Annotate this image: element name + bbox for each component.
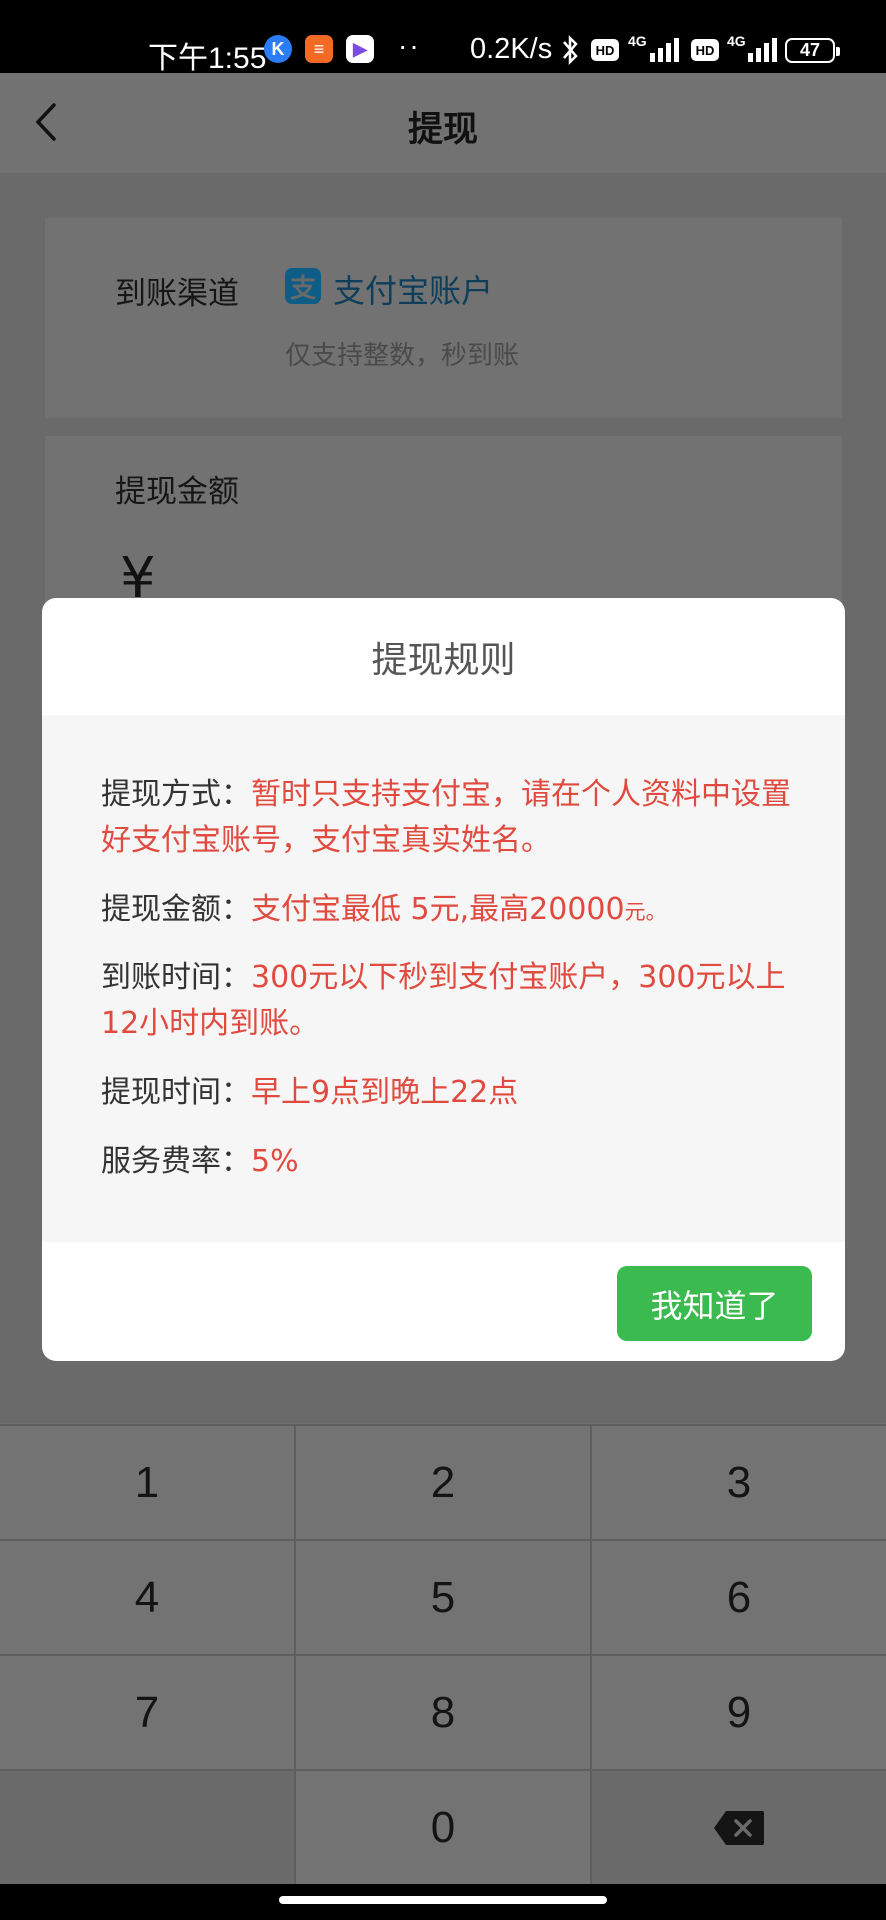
alipay-icon: 支 bbox=[285, 268, 321, 304]
withdraw-rules-dialog: 提现规则 提现方式：暂时只支持支付宝，请在个人资料中设置好支付宝账号，支付宝真实… bbox=[42, 598, 845, 1361]
rule-method: 提现方式：暂时只支持支付宝，请在个人资料中设置好支付宝账号，支付宝真实姓名。 bbox=[101, 772, 801, 864]
page-title: 提现 bbox=[407, 110, 478, 150]
nav-bar: 提现 bbox=[0, 73, 886, 173]
key-delete[interactable] bbox=[592, 1771, 886, 1884]
rule-amount: 提现金额：支付宝最低 5元,最高20000元。 bbox=[101, 887, 801, 935]
key-3[interactable]: 3 bbox=[592, 1426, 886, 1539]
channel-value[interactable]: 支付宝账户 bbox=[333, 266, 493, 312]
dialog-title: 提现规则 bbox=[371, 640, 516, 681]
app-orange-icon: ≡ bbox=[305, 35, 333, 63]
home-indicator-bar bbox=[0, 1884, 886, 1920]
net-type-1: 4G bbox=[628, 33, 647, 49]
amount-label: 提现金额 bbox=[115, 474, 239, 510]
hd-badge-1: HD bbox=[591, 39, 619, 61]
key-blank bbox=[0, 1771, 294, 1884]
net-type-2: 4G bbox=[727, 33, 746, 49]
home-indicator[interactable] bbox=[279, 1896, 607, 1904]
key-8[interactable]: 8 bbox=[296, 1656, 590, 1769]
signal-icon-1 bbox=[650, 36, 679, 62]
hd-badge-2: HD bbox=[691, 39, 719, 61]
screen: 下午1:55 K ≡ ▶ ·· 0.2K/s HD 4G HD 4G 47 提现… bbox=[0, 0, 886, 1920]
bluetooth-icon bbox=[563, 34, 578, 66]
app-k-icon: K bbox=[264, 35, 292, 63]
key-4[interactable]: 4 bbox=[0, 1541, 294, 1654]
app-play-icon: ▶ bbox=[346, 35, 374, 63]
net-speed: 0.2K/s bbox=[470, 33, 553, 65]
status-bar: 下午1:55 K ≡ ▶ ·· 0.2K/s HD 4G HD 4G 47 bbox=[0, 0, 886, 75]
rule-label: 提现金额： bbox=[101, 892, 251, 927]
key-0[interactable]: 0 bbox=[296, 1771, 590, 1884]
channel-label: 到账渠道 bbox=[115, 276, 239, 312]
rule-label: 提现方式： bbox=[101, 777, 251, 812]
status-dots: ·· bbox=[398, 30, 421, 61]
card-divider bbox=[45, 418, 842, 436]
rule-value: 5% bbox=[251, 1144, 299, 1179]
key-1[interactable]: 1 bbox=[0, 1426, 294, 1539]
rule-value: 早上9点到晚上22点 bbox=[251, 1075, 519, 1110]
battery-icon: 47 bbox=[785, 38, 840, 63]
key-5[interactable]: 5 bbox=[296, 1541, 590, 1654]
rule-label: 到账时间： bbox=[101, 960, 251, 995]
channel-hint: 仅支持整数，秒到账 bbox=[285, 341, 520, 371]
rule-label: 服务费率： bbox=[101, 1144, 251, 1179]
status-time: 下午1:55 bbox=[148, 42, 267, 75]
key-6[interactable]: 6 bbox=[592, 1541, 886, 1654]
rule-arrival-time: 到账时间：300元以下秒到支付宝账户，300元以上12小时内到账。 bbox=[101, 955, 801, 1047]
key-2[interactable]: 2 bbox=[296, 1426, 590, 1539]
dialog-body: 提现方式：暂时只支持支付宝，请在个人资料中设置好支付宝账号，支付宝真实姓名。 提… bbox=[42, 715, 845, 1242]
signal-icon-2 bbox=[748, 36, 777, 62]
numeric-keypad: 1 2 3 4 5 6 7 8 9 0 bbox=[0, 1424, 886, 1884]
rule-label: 提现时间： bbox=[101, 1075, 251, 1110]
rule-withdraw-time: 提现时间：早上9点到晚上22点 bbox=[101, 1070, 801, 1116]
key-7[interactable]: 7 bbox=[0, 1656, 294, 1769]
rule-value: 支付宝最低 5元,最高20000 bbox=[251, 892, 625, 927]
rule-fee-rate: 服务费率：5% bbox=[101, 1139, 801, 1185]
key-9[interactable]: 9 bbox=[592, 1656, 886, 1769]
rule-value-suffix: 元。 bbox=[624, 900, 667, 924]
backspace-icon bbox=[714, 1810, 764, 1845]
got-it-button[interactable]: 我知道了 bbox=[617, 1266, 812, 1341]
